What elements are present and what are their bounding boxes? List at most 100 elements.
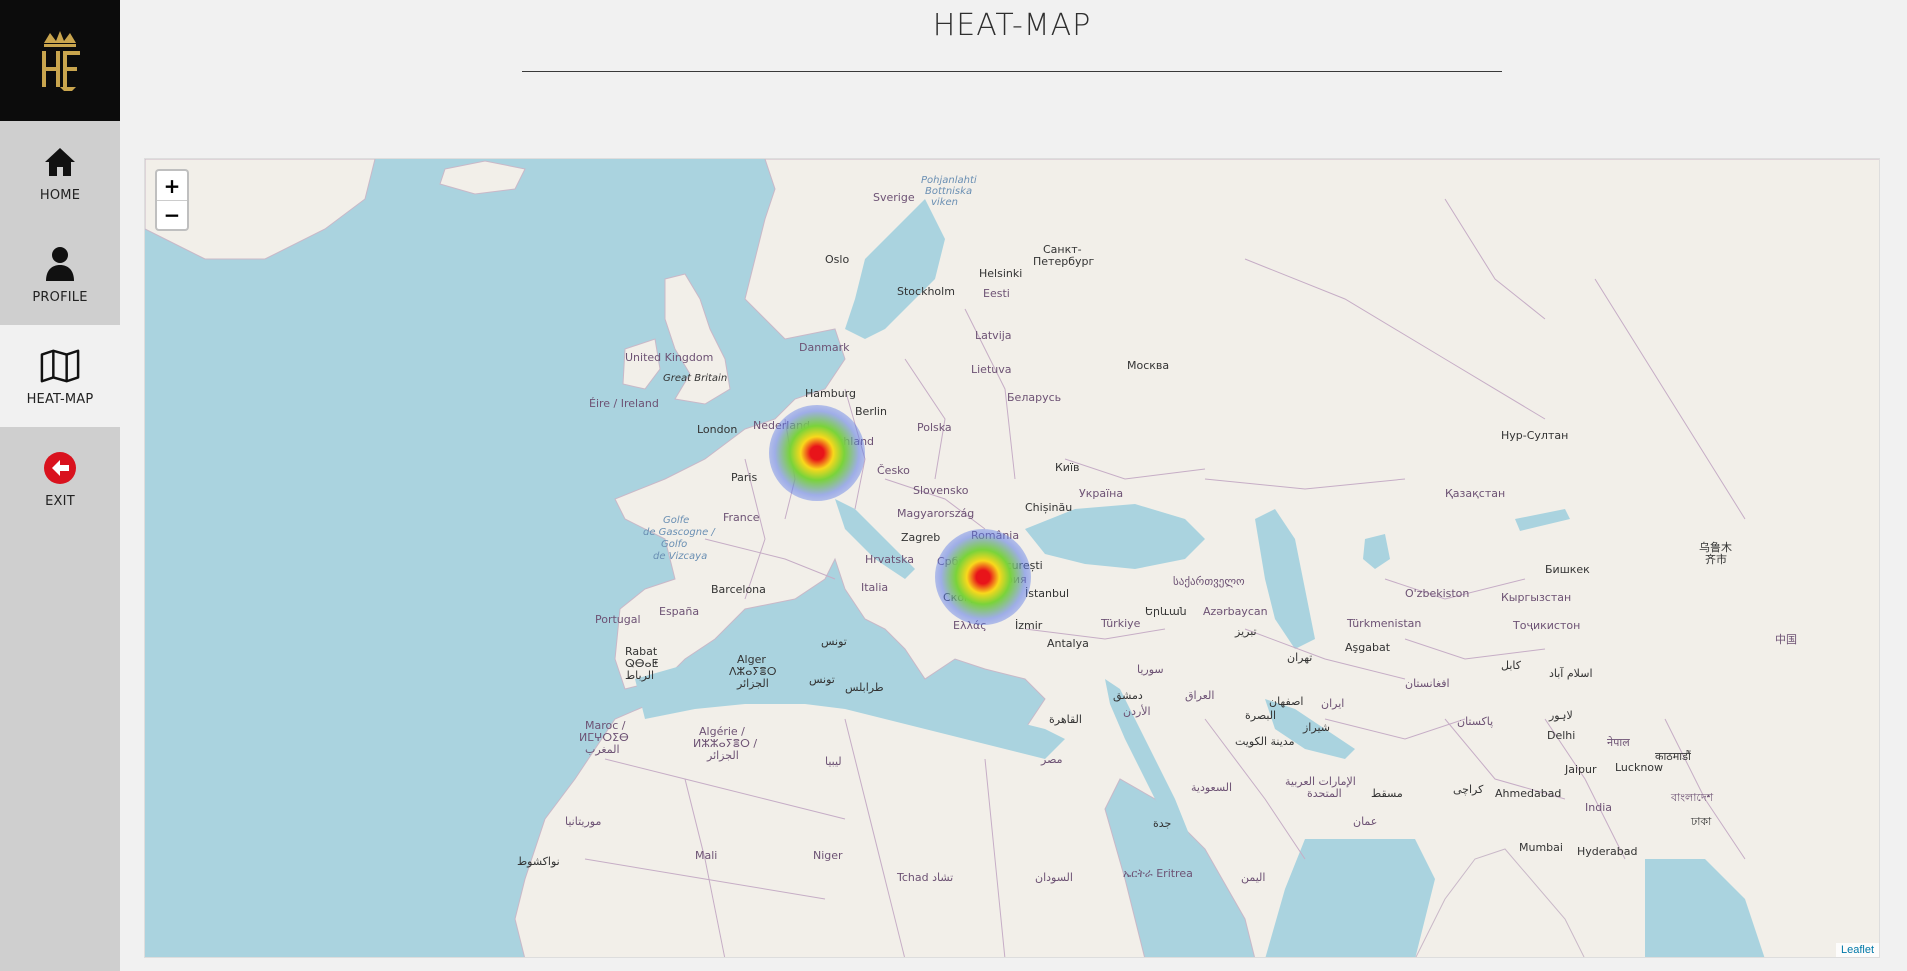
zoom-in-button[interactable]: + [157,171,187,200]
crown-logo-icon [42,30,80,91]
map-label: Great Britain [663,373,728,384]
map-label: Oslo [825,253,850,266]
map-label: القاهرة [1049,713,1082,726]
map-label: Portugal [595,613,641,626]
map-label: Stockholm [897,285,955,298]
map-label: Mali [695,849,718,862]
map-label: Aşgabat [1345,641,1391,654]
map-label: دمشق [1113,689,1143,702]
map-label: Deutschland [805,435,875,448]
map-label: افغانستان [1405,677,1450,690]
map-label: Бишкек [1545,563,1590,576]
map-label: تبریز [1235,625,1257,638]
map-label: Србија [937,555,976,568]
map-label: Antalya [1047,637,1089,650]
map-label: Lucknow [1615,761,1664,774]
map-label: 齐市 [1705,553,1727,566]
map-label: مدينة الكويت [1235,735,1295,748]
map-label: Delhi [1547,729,1576,742]
map-label: الرباط [625,669,655,682]
map-label: Sverige [873,191,915,204]
map-label: Golfe [663,515,690,526]
map-label: موريتانيا [565,815,602,828]
map-label: Berlin [855,405,887,418]
map-label: Беларусь [1007,391,1062,404]
map-label: Azərbaycan [1203,605,1268,618]
map-label: España [659,605,700,618]
leaflet-attribution-link[interactable]: Leaflet [1835,943,1879,957]
map-label: کابل [1501,659,1521,672]
sidebar-item-label: HEAT-MAP [26,391,94,407]
sidebar-item-profile[interactable]: PROFILE [0,223,120,325]
map-label: viken [931,197,958,208]
map-label: Zagreb [901,531,941,544]
map-label: Bottniska [925,186,973,197]
map-label: İstanbul [1025,587,1070,600]
map-label: الجزائر [737,677,769,690]
map-label: ঢাকা [1691,815,1712,828]
map-label: Danmark [799,341,850,354]
title-divider [522,71,1502,72]
heat-map[interactable]: Sverige Pohjanlahti Bottniska viken Oslo… [144,158,1880,958]
map-label: London [697,423,738,436]
sidebar-item-home[interactable]: HOME [0,121,120,223]
map-label: اصفهان [1269,695,1304,708]
map-label: Italia [861,581,889,594]
map-label: عمان [1353,815,1378,828]
sidebar-item-heat-map[interactable]: HEAT-MAP [0,325,120,427]
map-label: Нур-Султан [1501,429,1569,442]
map-label: Türkiye [1101,617,1141,630]
map-label: العراق [1185,689,1215,702]
map-label: Niger [813,849,843,862]
map-label: Chișinău [1025,501,1073,514]
exit-icon [40,448,80,488]
zoom-control: + − [155,169,189,231]
map-label: Barcelona [711,583,766,596]
map-label: المغرب [585,743,620,756]
map-label: India [1585,801,1612,814]
map-label: تونس [809,673,835,686]
map-label: România [971,529,1020,542]
map-label: Paris [731,471,758,484]
user-icon [40,244,80,284]
map-label: جدة [1153,817,1172,830]
map-label: ኤርትራ Eritrea [1123,867,1193,880]
zoom-out-button[interactable]: − [157,200,187,229]
map-label: Қазақстан [1445,487,1506,500]
map-label: Eesti [983,287,1010,300]
sidebar-item-label: EXIT [45,493,75,509]
map-label: Helsinki [979,267,1023,280]
map-label: اليمن [1241,871,1266,884]
map-label: France [723,511,760,524]
map-label: 中国 [1775,633,1797,646]
map-label: Україна [1079,487,1124,500]
map-label: الجزائر [707,749,739,762]
map-label: Hyderabad [1577,845,1638,858]
map-label: Київ [1055,461,1080,474]
map-label: مسقط [1371,787,1403,800]
brand-logo[interactable] [0,0,120,121]
map-label: الأردن [1123,705,1151,718]
page-title: HEAT-MAP [932,8,1092,43]
map-label: Tchad تشاد [897,871,954,884]
map-label: سوريا [1137,663,1164,676]
map-label: Éire / Ireland [589,397,659,410]
sidebar-item-label: HOME [39,187,81,203]
map-label: Pohjanlahti [921,175,977,186]
map-label: کراچی [1453,783,1484,796]
sidebar-item-exit[interactable]: EXIT [0,427,120,529]
map-label: Hrvatska [865,553,915,566]
map-label: ليبيا [825,755,842,768]
map-label: O'zbekiston [1405,587,1470,600]
map-label: İzmir [1015,619,1043,632]
map-label: المتحدة [1307,787,1342,800]
sidebar: HOME PROFILE HEAT-MAP EXIT [0,0,120,971]
map-label: Ahmedabad [1495,787,1562,800]
map-label: Polska [917,421,952,434]
map-label: Երևան [1145,605,1187,618]
map-label: ایران [1321,697,1345,710]
map-label: বাংলাদেশ [1671,791,1714,804]
map-label: Москва [1127,359,1170,372]
map-label: नेपाल [1607,736,1630,749]
map-icon [40,346,80,386]
